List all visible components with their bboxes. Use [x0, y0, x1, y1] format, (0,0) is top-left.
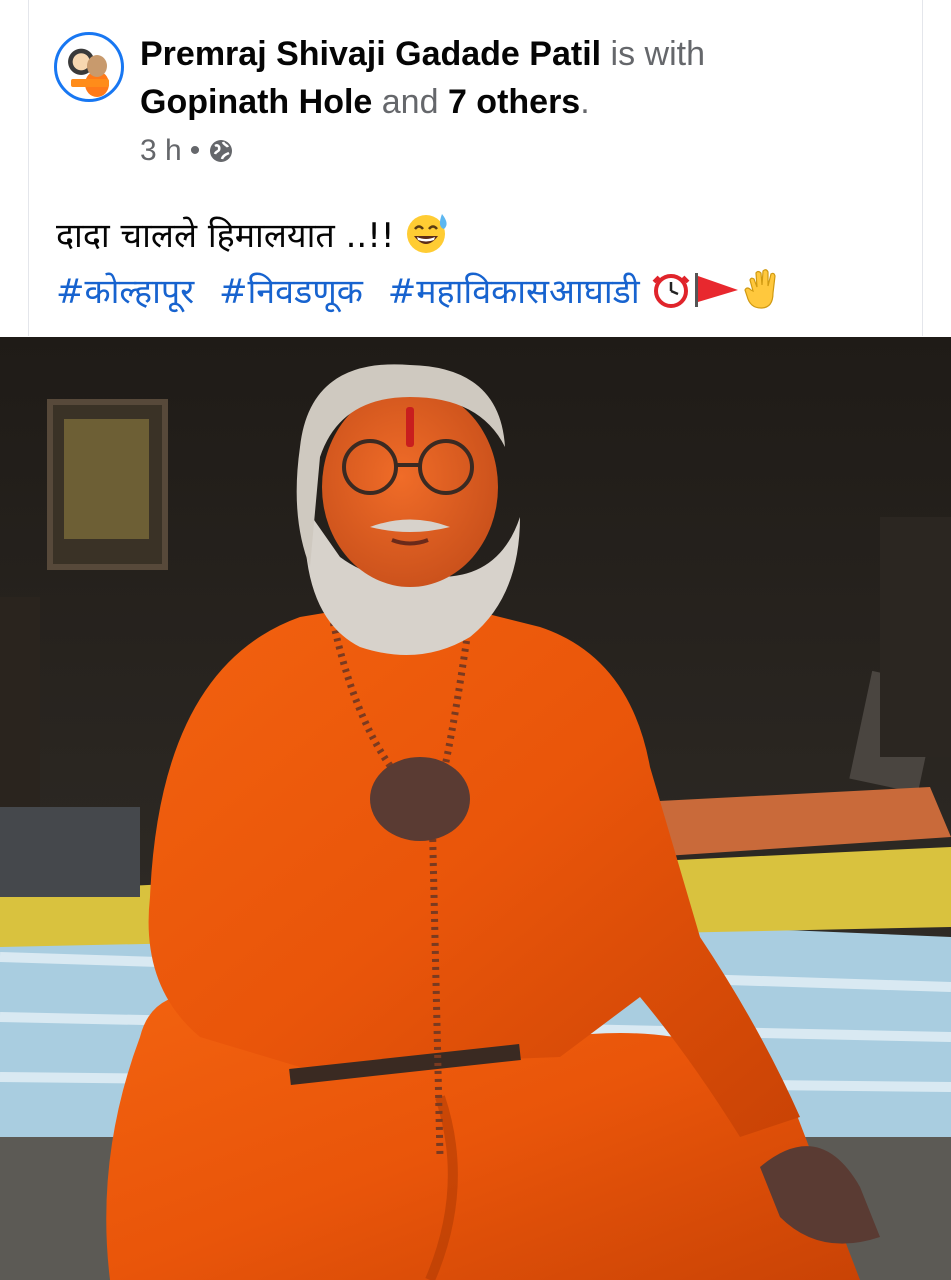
- hashtag-link[interactable]: #महाविकासआघाडी: [388, 272, 640, 312]
- author-name-link[interactable]: Premraj Shivaji Gadade Patil: [140, 35, 601, 73]
- floor-dark-rug: [0, 807, 140, 897]
- author-avatar[interactable]: [54, 32, 124, 102]
- post-caption: दादा चालले हिमालयात ..!!: [56, 210, 451, 265]
- back-wall-shelf: [0, 597, 40, 807]
- and-text: and: [372, 83, 448, 121]
- tagged-user-link[interactable]: Gopinath Hole: [140, 83, 372, 121]
- post-timestamp[interactable]: 3 h: [140, 134, 182, 168]
- post-author-line: Premraj Shivaji Gadade Patil is with Gop…: [140, 30, 910, 126]
- period: .: [580, 83, 590, 121]
- others-link[interactable]: 7 others: [448, 83, 580, 121]
- alarm-clock-icon: [650, 268, 692, 319]
- caption-text: दादा चालले हिमालयात ..!!: [56, 216, 395, 256]
- grinning-sweat-icon: [405, 210, 451, 265]
- post-photo[interactable]: [0, 337, 951, 1280]
- left-hand: [370, 757, 470, 841]
- tilak-mark: [406, 407, 414, 447]
- globe-icon[interactable]: [208, 138, 234, 164]
- side-panel: [880, 517, 951, 757]
- back-wall-painting: [64, 419, 149, 539]
- meta-separator: •: [189, 134, 201, 167]
- hashtag-line: #कोल्हापूर #निवडणूक #महाविकासआघाडी: [56, 266, 784, 321]
- hashtag-link[interactable]: #निवडणूक: [219, 272, 363, 312]
- red-flag-icon: [692, 268, 742, 319]
- hashtag-link[interactable]: #कोल्हापूर: [56, 272, 194, 312]
- raised-hand-icon: [742, 266, 784, 321]
- post-meta: 3 h •: [140, 134, 234, 168]
- with-text: is with: [601, 35, 706, 73]
- avatar-image: [63, 41, 115, 93]
